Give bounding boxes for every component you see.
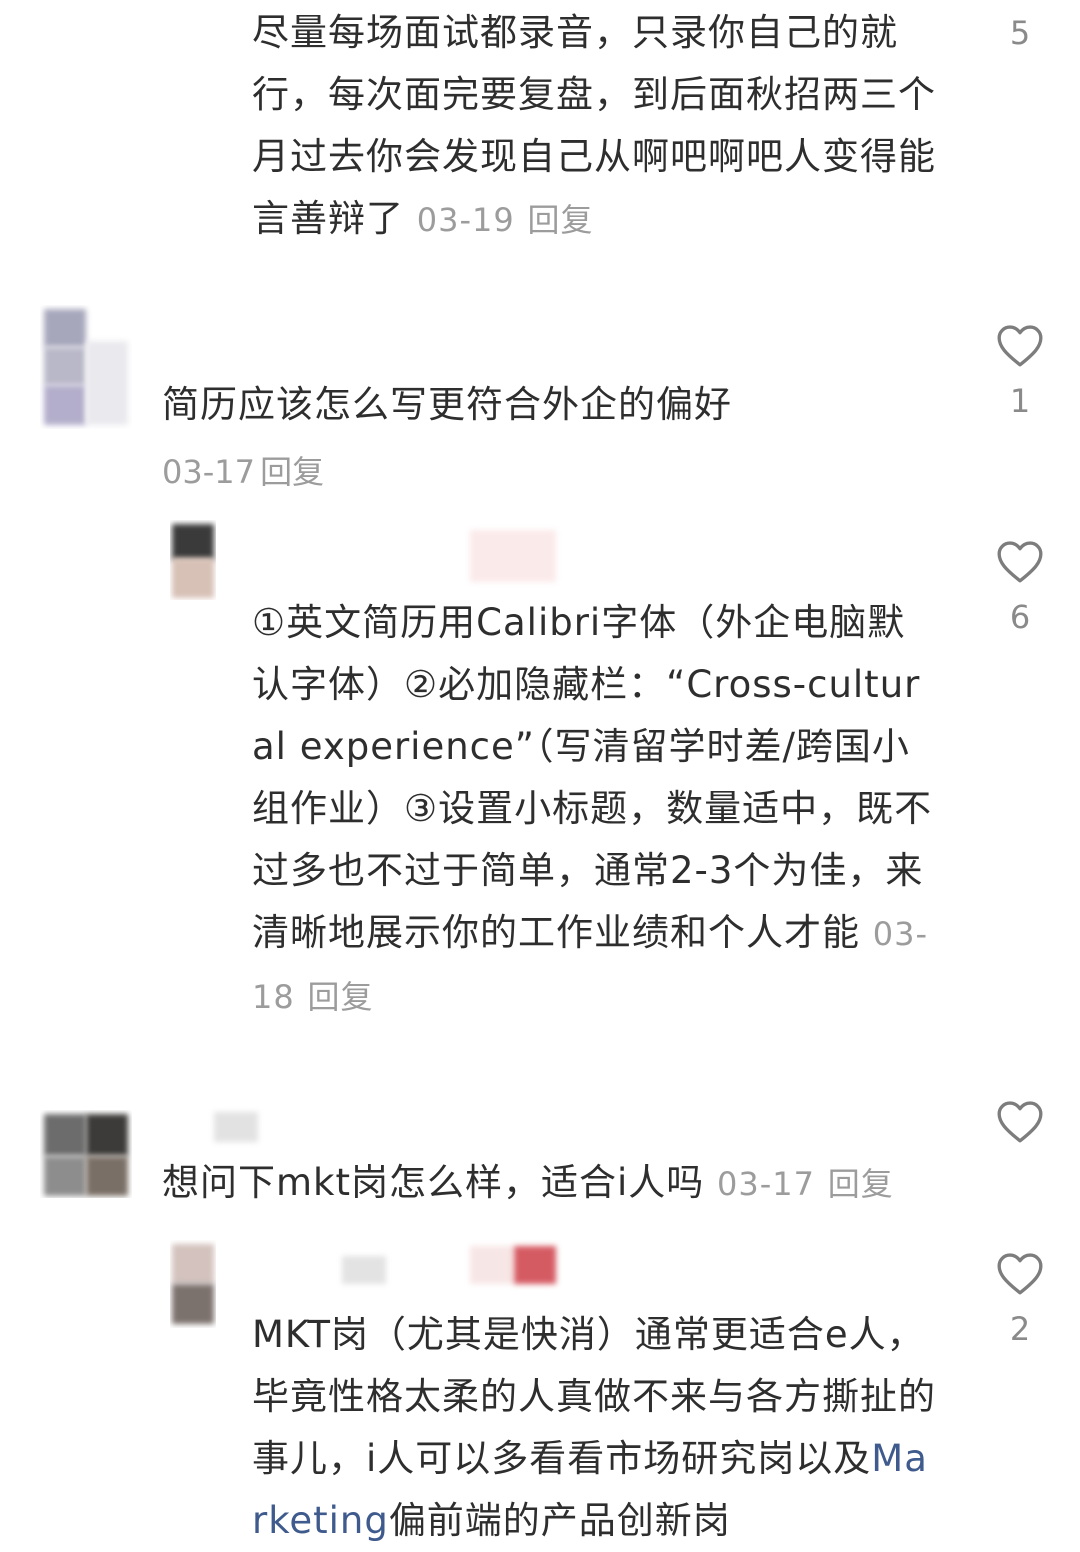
- like-column: 5: [980, 14, 1060, 52]
- reply-button[interactable]: 回复: [528, 201, 594, 239]
- like-column: 1: [980, 322, 1060, 420]
- badge-redacted: [514, 1246, 556, 1284]
- like-count: 5: [1009, 14, 1031, 52]
- comment-meta: 03-17 回复: [162, 447, 324, 493]
- comment-date: 03-17: [162, 453, 255, 491]
- comment-date: 03-19: [416, 201, 515, 239]
- like-column: 6: [980, 538, 1060, 636]
- avatar[interactable]: [40, 305, 132, 429]
- like-column: [980, 1098, 1060, 1144]
- heart-outline-icon[interactable]: [980, 322, 1060, 368]
- comment-text: 简历应该怎么写更符合外企的偏好: [162, 383, 732, 426]
- heart-outline-icon[interactable]: [980, 1250, 1060, 1296]
- like-column: 2: [980, 1250, 1060, 1348]
- comment-text: 想问下mkt岗怎么样，适合i人吗 03-17 回复: [162, 1161, 894, 1204]
- like-count: 2: [1009, 1310, 1031, 1348]
- heart-outline-icon[interactable]: [980, 538, 1060, 584]
- comment-text: ①英文简历用Calibri字体（外企电脑默认字体）②必加隐藏栏：“Cross-c…: [252, 601, 933, 1016]
- avatar[interactable]: [170, 1240, 216, 1328]
- comment-date: 03-17: [717, 1165, 816, 1203]
- avatar[interactable]: [40, 1110, 132, 1198]
- reply-button[interactable]: 回复: [260, 453, 324, 491]
- reply-button[interactable]: 回复: [828, 1165, 894, 1203]
- username-redacted: [214, 1112, 258, 1142]
- heart-outline-icon[interactable]: [980, 1098, 1060, 1144]
- username-redacted: [470, 530, 556, 582]
- like-count: 6: [1009, 598, 1031, 636]
- like-count: 1: [1009, 382, 1031, 420]
- comment-text: 尽量每场面试都录音，只录你自己的就行，每次面完要复盘，到后面秋招两三个月过去你会…: [252, 11, 936, 240]
- badge-redacted: [470, 1246, 514, 1284]
- username-redacted: [342, 1256, 386, 1284]
- reply-button[interactable]: 回复: [307, 978, 373, 1016]
- comment-text: MKT岗（尤其是快消）通常更适合e人，毕竟性格太柔的人真做不来与各方撕扯的事儿，…: [252, 1313, 936, 1542]
- avatar[interactable]: [170, 520, 216, 600]
